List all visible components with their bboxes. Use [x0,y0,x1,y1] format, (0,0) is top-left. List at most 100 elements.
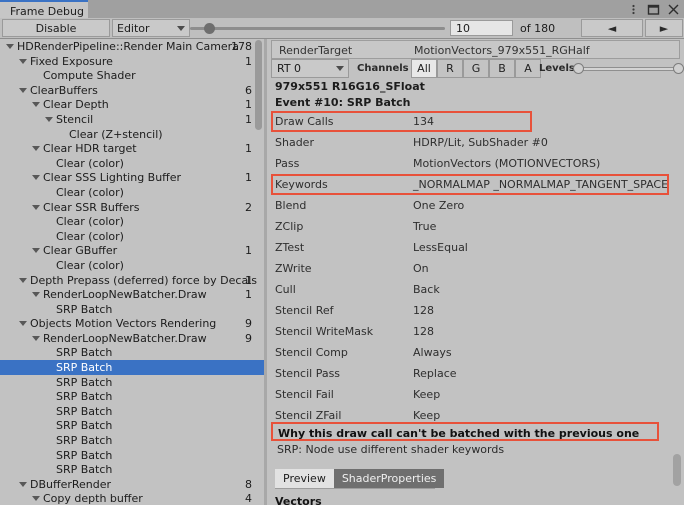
tree-row[interactable]: SRP Batch [0,375,264,390]
tree-row[interactable]: SRP Batch [0,462,264,477]
tree-row[interactable]: Clear (Z+stencil) [0,127,264,142]
tree-row[interactable]: Compute Shader [0,68,264,83]
disclosure-triangle-icon[interactable] [32,248,40,254]
disclosure-triangle-icon[interactable] [32,204,40,210]
render-target-value: MotionVectors_979x551_RGHalf [414,44,590,57]
channel-button-a[interactable]: A [515,59,541,78]
batch-break-banner: Why this draw call can't be batched with… [271,422,659,441]
tab-frame-debug[interactable]: Frame Debug [0,0,88,18]
tree-row[interactable]: Clear GBuffer 1 [0,243,264,258]
target-dropdown-label: Editor [117,21,150,35]
tree-row[interactable]: Clear SSR Buffers 2 [0,200,264,215]
tree-row[interactable]: Fixed Exposure 1 [0,54,264,69]
channel-button-r[interactable]: R [437,59,463,78]
channel-button-b[interactable]: B [489,59,515,78]
tree-row[interactable]: ClearBuffers 6 [0,83,264,98]
rt-select-label: RT 0 [277,62,302,75]
tree-row[interactable]: DBufferRender 8 [0,477,264,492]
shader-properties-vscrollbar[interactable] [673,454,681,486]
tree-row[interactable]: Copy depth buffer 4 [0,491,264,505]
disclosure-triangle-icon[interactable] [32,175,40,181]
tree-row-label: Objects Motion Vectors Rendering [30,317,217,331]
levels-handle-min[interactable] [573,63,584,74]
event-slider-thumb[interactable] [204,23,215,34]
tree-row-count: 9 [245,331,252,345]
kebab-menu-icon[interactable] [627,3,640,16]
next-event-button[interactable]: ► [645,19,683,37]
event-total-label: of 180 [520,22,556,35]
tree-row-label: Clear GBuffer [43,244,118,258]
tree-row[interactable]: Clear HDR target 1 [0,141,264,156]
tree-row-label: SRP Batch [56,361,113,375]
tree-row[interactable]: RenderLoopNewBatcher.Draw 1 [0,287,264,302]
disclosure-triangle-icon[interactable] [19,481,27,487]
maximize-icon[interactable] [647,3,660,16]
tree-row[interactable]: SRP Batch [0,433,264,448]
chevron-down-icon [177,26,185,31]
tree-row[interactable]: RenderLoopNewBatcher.Draw 9 [0,331,264,346]
tree-row[interactable]: Clear (color) [0,185,264,200]
tree-row-count: 1 [245,112,252,126]
property-row: ZWrite On [271,258,680,279]
property-value: HDRP/Lit, SubShader #0 [413,136,548,149]
event-index-input[interactable]: 10 [450,20,513,36]
tree-row[interactable]: Clear (color) [0,156,264,171]
disclosure-triangle-icon[interactable] [32,496,40,502]
tab-preview[interactable]: Preview [275,469,334,488]
tree-row[interactable]: SRP Batch [0,404,264,419]
tree-row[interactable]: HDRenderPipeline::Render Main Camera 178 [0,39,264,54]
tree-row[interactable]: SRP Batch [0,389,264,404]
tree-row[interactable]: Clear (color) [0,229,264,244]
detail-tabs: Preview ShaderProperties [275,469,445,488]
tree-row[interactable]: Clear SSS Lighting Buffer 1 [0,170,264,185]
tree-scrollbar[interactable] [255,40,262,130]
property-value: One Zero [413,199,465,212]
disclosure-triangle-icon[interactable] [32,335,40,341]
property-row: ZClip True [271,216,680,237]
channel-button-g[interactable]: G [463,59,489,78]
tree-row[interactable]: Stencil 1 [0,112,264,127]
levels-handle-max[interactable] [673,63,684,74]
tree-row[interactable]: SRP Batch [0,345,264,360]
property-value: LessEqual [413,241,468,254]
property-key: Stencil Comp [275,346,348,359]
tab-shader-properties[interactable]: ShaderProperties [333,469,445,488]
tree-row-count: 1 [245,288,252,302]
disclosure-triangle-icon[interactable] [6,44,14,49]
property-key: Stencil Ref [275,304,334,317]
event-tree[interactable]: HDRenderPipeline::Render Main Camera 178 F… [0,39,264,505]
disclosure-triangle-icon[interactable] [32,292,40,298]
disclosure-triangle-icon[interactable] [32,146,40,152]
previous-event-button[interactable]: ◄ [581,19,643,37]
disable-button[interactable]: Disable [2,19,110,37]
tree-row[interactable]: SRP Batch [0,302,264,317]
property-row: ZTest LessEqual [271,237,680,258]
tree-row[interactable]: Depth Prepass (deferred) force by Decals… [0,273,264,288]
event-slider[interactable] [190,27,445,30]
channel-button-all[interactable]: All [411,59,437,78]
property-key: Stencil Fail [275,388,334,401]
target-dropdown[interactable]: Editor [112,19,190,37]
disclosure-triangle-icon[interactable] [19,321,27,327]
property-key: Keywords [275,178,328,191]
tree-row-label: SRP Batch [56,434,113,448]
tab-underline [275,488,435,489]
rt-select-dropdown[interactable]: RT 0 [271,59,349,78]
tree-row-label: HDRenderPipeline::Render Main Camera [17,40,239,53]
tree-row[interactable]: Objects Motion Vectors Rendering 9 [0,316,264,331]
tree-row[interactable]: SRP Batch [0,360,264,375]
tree-row[interactable]: Clear (color) [0,214,264,229]
tree-row[interactable]: SRP Batch [0,448,264,463]
tree-row[interactable]: Clear Depth 1 [0,97,264,112]
property-row: Stencil Ref 128 [271,300,680,321]
tree-row[interactable]: SRP Batch [0,418,264,433]
levels-slider[interactable] [576,67,678,71]
property-key: Draw Calls [275,115,334,128]
tree-row[interactable]: Clear (color) [0,258,264,273]
disclosure-triangle-icon[interactable] [19,58,27,64]
disclosure-triangle-icon[interactable] [19,87,27,93]
disclosure-triangle-icon[interactable] [45,116,53,122]
close-icon[interactable] [667,3,680,16]
disclosure-triangle-icon[interactable] [19,277,27,283]
disclosure-triangle-icon[interactable] [32,102,40,108]
